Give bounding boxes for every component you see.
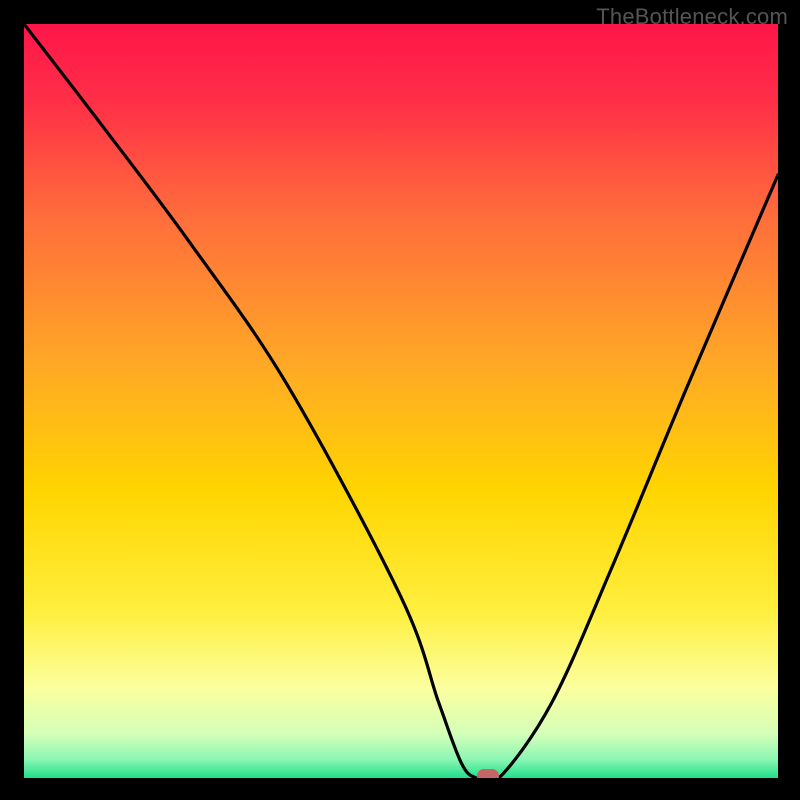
watermark-text: TheBottleneck.com	[596, 4, 788, 30]
chart-plot-area	[24, 24, 778, 778]
chart-background	[24, 24, 778, 778]
optimum-marker	[477, 769, 499, 778]
chart-svg	[24, 24, 778, 778]
